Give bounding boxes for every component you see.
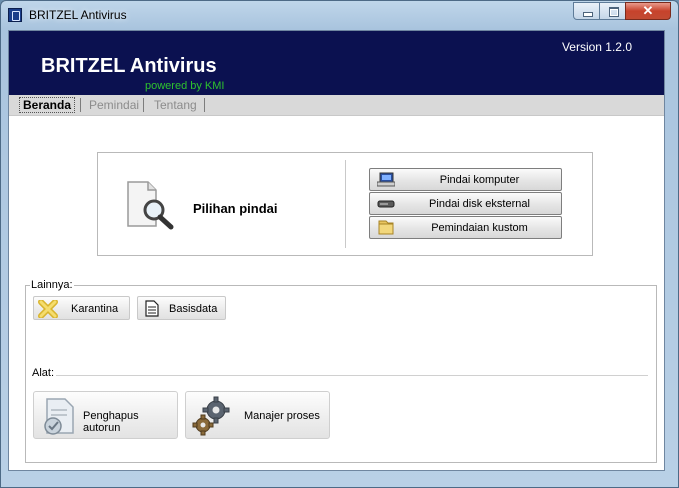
scan-computer-button[interactable]: Pindai komputer <box>369 168 562 191</box>
tab-beranda[interactable]: Beranda <box>19 97 76 113</box>
main-panel: Version 1.2.0 BRITZEL Antivirus powered … <box>8 30 665 471</box>
tools-label: Alat: <box>32 367 55 379</box>
minimize-icon <box>583 12 593 17</box>
autorun-remover-icon <box>44 398 74 435</box>
tab-pemindai[interactable]: Pemindai <box>89 98 139 112</box>
folder-icon <box>378 220 394 235</box>
quarantine-icon <box>38 300 58 318</box>
tab-separator <box>204 98 205 112</box>
tab-tentang[interactable]: Tentang <box>154 98 197 112</box>
tab-separator <box>143 98 144 112</box>
other-features-legend: Lainnya: <box>30 279 74 291</box>
close-button[interactable]: ✕ <box>625 2 671 20</box>
app-icon <box>8 8 22 22</box>
process-manager-button[interactable]: Manajer proses <box>185 391 330 439</box>
drive-icon <box>377 200 395 208</box>
quarantine-button[interactable]: Karantina <box>33 296 130 320</box>
window-title: BRITZEL Antivirus <box>29 8 127 22</box>
tab-separator <box>80 98 81 112</box>
app-window: BRITZEL Antivirus ✕ Version 1.2.0 BRITZE… <box>0 0 679 488</box>
header-banner: Version 1.2.0 BRITZEL Antivirus powered … <box>9 31 664 95</box>
gears-icon <box>192 396 230 436</box>
tools-divider <box>56 375 648 376</box>
autorun-remover-button[interactable]: Penghapus autorun <box>33 391 178 439</box>
process-manager-label: Manajer proses <box>244 410 320 422</box>
computer-icon <box>377 172 395 187</box>
scan-document-icon <box>127 181 174 230</box>
custom-scan-label: Pemindaian kustom <box>431 222 528 234</box>
minimize-button[interactable] <box>573 2 600 20</box>
autorun-remover-label: Penghapus autorun <box>83 410 139 434</box>
scan-external-disk-label: Pindai disk eksternal <box>429 198 530 210</box>
scan-options-label: Pilihan pindai <box>193 201 278 216</box>
scan-options-panel: Pilihan pindai Pindai komputer Pindai di… <box>97 152 593 256</box>
quarantine-label: Karantina <box>71 303 119 315</box>
scan-computer-label: Pindai komputer <box>439 174 520 186</box>
scan-external-disk-button[interactable]: Pindai disk eksternal <box>369 192 562 215</box>
version-label: Version 1.2.0 <box>561 40 632 54</box>
title-bar[interactable]: BRITZEL Antivirus ✕ <box>1 1 678 30</box>
tab-bar: Beranda Pemindai Tentang <box>9 95 664 116</box>
maximize-icon <box>609 7 619 17</box>
close-icon: ✕ <box>642 3 654 18</box>
database-button[interactable]: Basisdata <box>137 296 226 320</box>
database-label: Basisdata <box>169 303 218 315</box>
custom-scan-button[interactable]: Pemindaian kustom <box>369 216 562 239</box>
scan-divider <box>345 160 346 248</box>
app-title: BRITZEL Antivirus <box>41 55 217 77</box>
maximize-button[interactable] <box>599 2 626 20</box>
database-document-icon <box>145 300 159 317</box>
powered-by-label: powered by KMI <box>145 80 225 92</box>
